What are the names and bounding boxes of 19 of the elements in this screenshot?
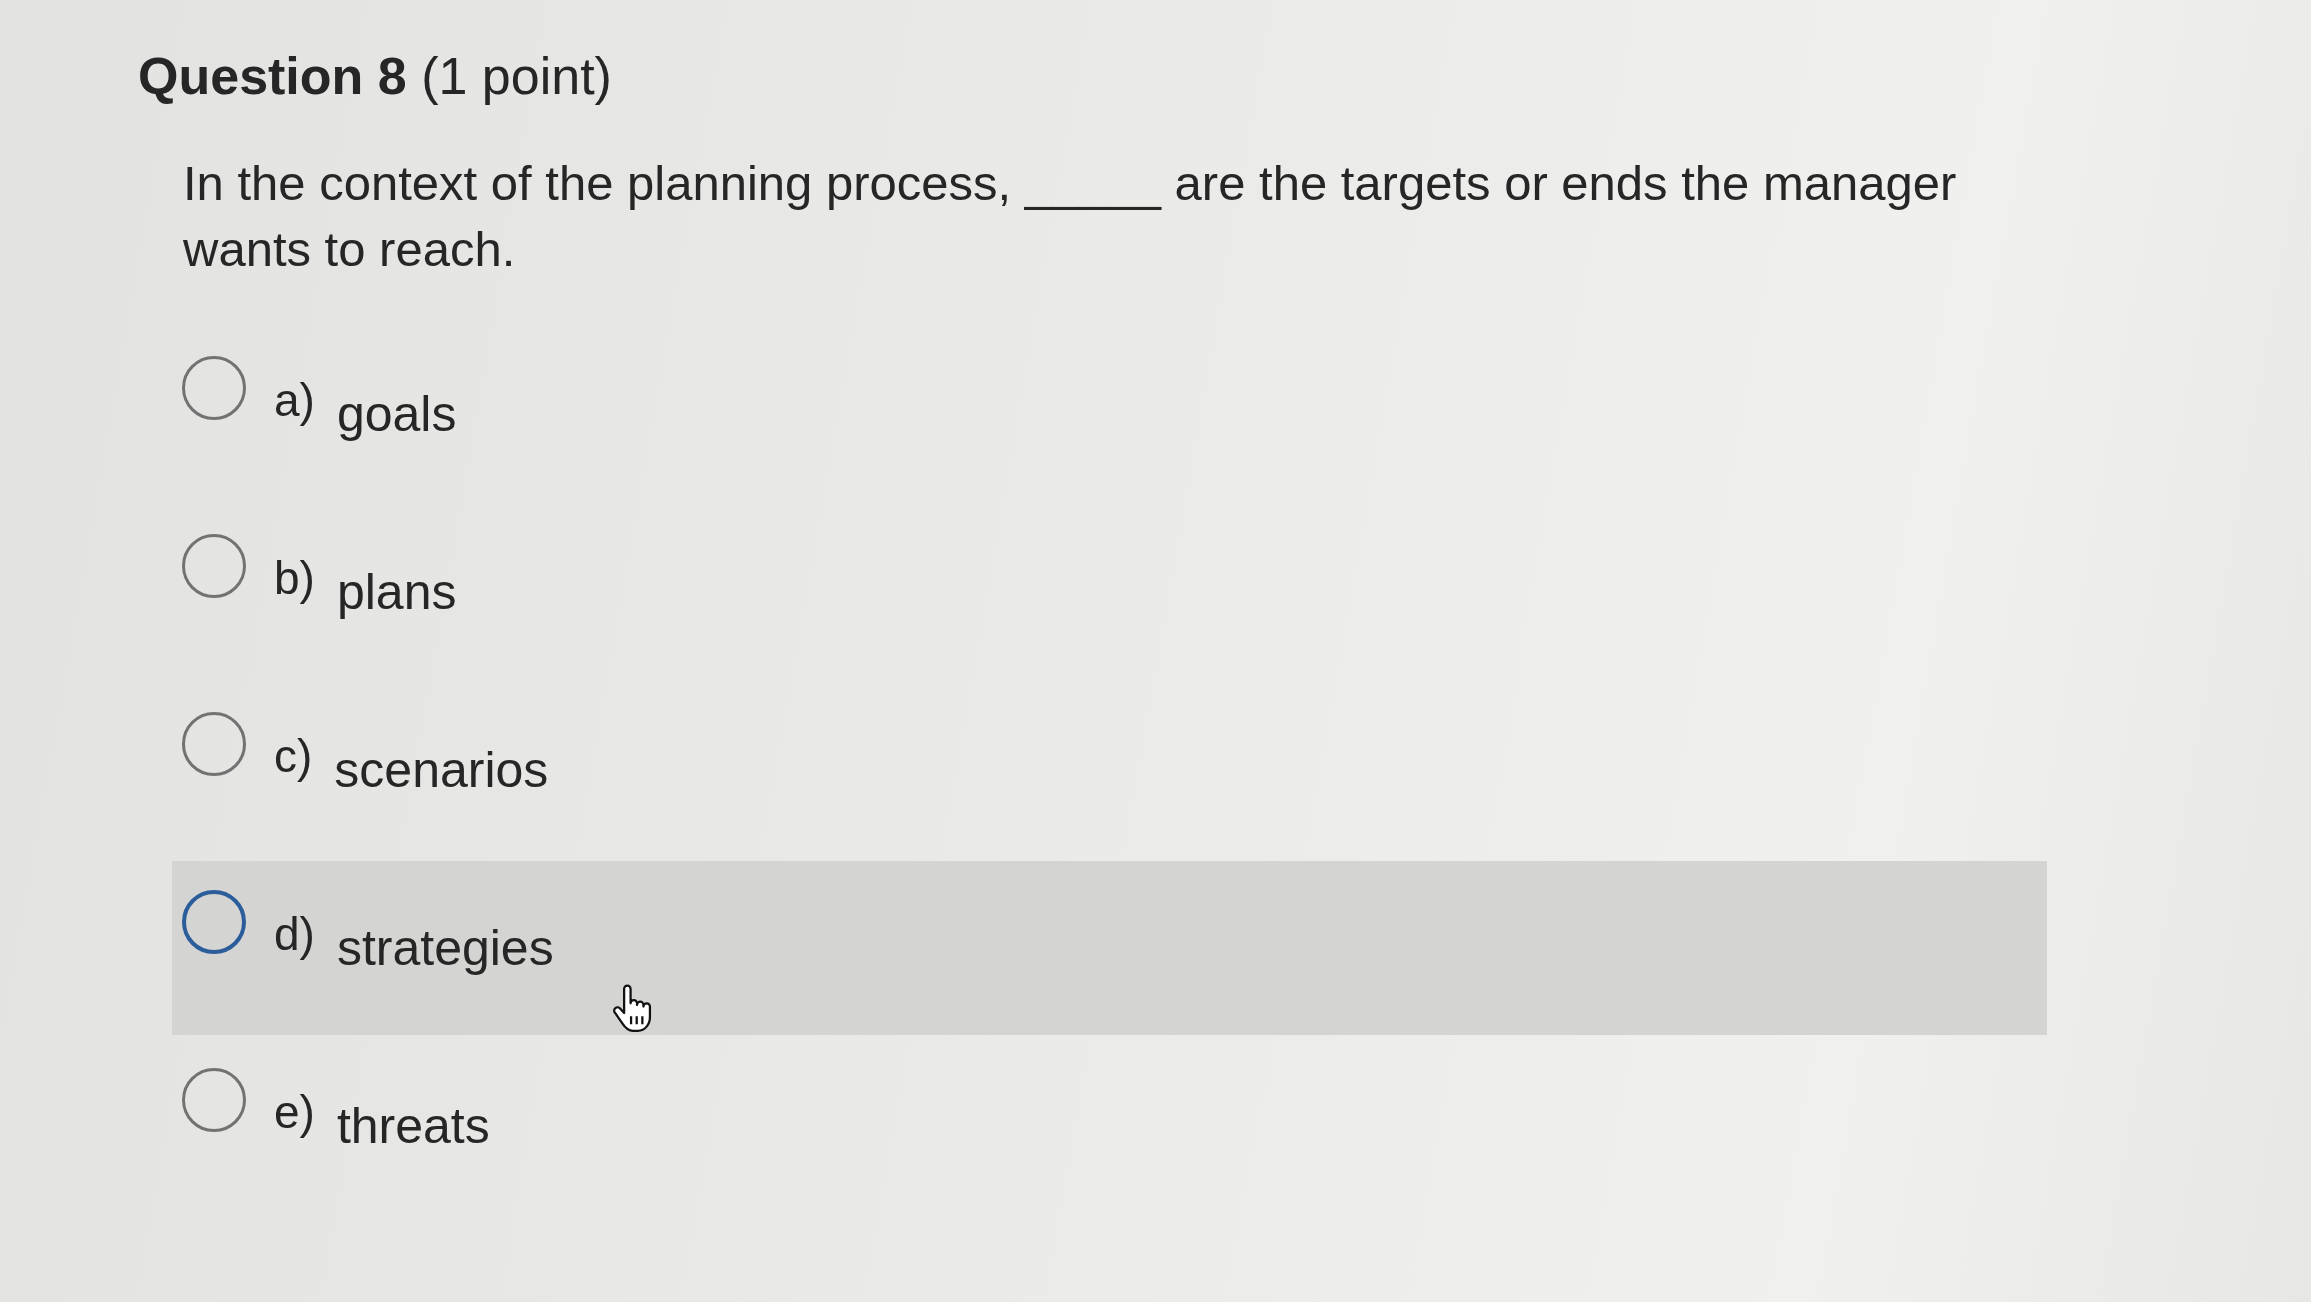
- radio-button[interactable]: [182, 534, 246, 598]
- option-text: goals: [336, 385, 457, 443]
- option-letter: b): [274, 551, 315, 605]
- option-text: threats: [336, 1097, 490, 1155]
- radio-button[interactable]: [182, 712, 246, 776]
- question-text: In the context of the planning process, _____ are the targets or ends the manager wants to reach.: [183, 155, 1958, 278]
- option-letter: d): [274, 907, 315, 961]
- option-letter: c): [274, 729, 313, 783]
- radio-button[interactable]: [182, 890, 246, 954]
- option-text: strategies: [336, 919, 554, 977]
- option-letter: e): [274, 1085, 315, 1139]
- radio-button[interactable]: [182, 1068, 246, 1132]
- option-letter: a): [274, 373, 315, 427]
- option-text: plans: [336, 563, 457, 621]
- hand-pointer-icon: [612, 984, 654, 1034]
- option-text: scenarios: [334, 741, 549, 799]
- question-title: Question 8 (1 point): [138, 46, 612, 107]
- radio-button[interactable]: [182, 356, 246, 420]
- option-highlight[interactable]: d) strategies: [172, 861, 2047, 1035]
